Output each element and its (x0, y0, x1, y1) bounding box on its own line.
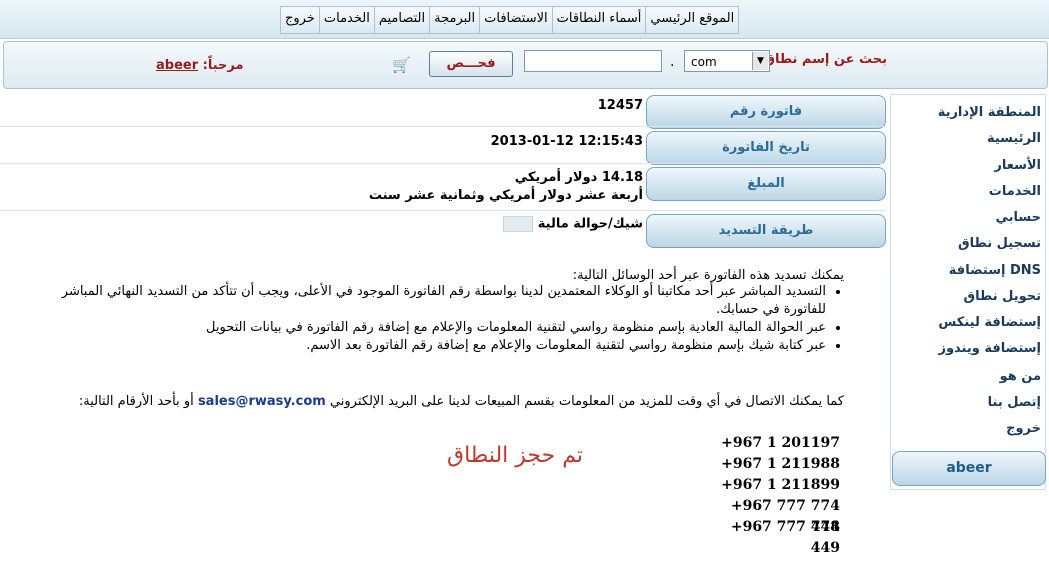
sidebar-item-whois[interactable]: من هو (1000, 369, 1041, 384)
phone-number: +967 1 211988 (721, 456, 840, 472)
domain-name-input[interactable] (524, 50, 662, 72)
nav-programming[interactable]: البرمجة (429, 7, 479, 33)
top-navigation: الموقع الرئيسي أسماء النطاقات الاستضافات… (0, 0, 1049, 39)
sidebar-item-dns-hosting[interactable]: إستضافة DNS (949, 263, 1041, 278)
invoice-number-label: فاتورة رقم (646, 95, 886, 129)
sidebar-item-prices[interactable]: الأسعار (994, 158, 1041, 173)
main-menu: الموقع الرئيسي أسماء النطاقات الاستضافات… (280, 6, 740, 34)
domain-reserved-message: تم حجز النطاق (447, 443, 583, 468)
sidebar-item-logout[interactable]: خروج (1006, 421, 1041, 436)
payment-method-image (503, 216, 534, 232)
domain-search-bar: بحث عن إسم نطاق com ▼ . فحـــص 🛒 مرحباً:… (3, 41, 1048, 89)
sidebar-item-my-account[interactable]: حسابي (995, 210, 1041, 225)
invoice-amount-value: 14.18 دولار أمريكي (514, 170, 643, 185)
nav-domains[interactable]: أسماء النطاقات (551, 7, 646, 33)
invoice-date-label: تاريخ الفاتورة (646, 131, 886, 165)
welcome-prefix: مرحباً: (202, 58, 244, 73)
contact-text: كما يمكنك الاتصال في أي وقت للمزيد من ال… (44, 394, 844, 409)
tld-select[interactable]: com ▼ (684, 50, 770, 72)
username-link[interactable]: abeer (156, 58, 198, 73)
invoice-method-label: طريقة التسديد (646, 214, 886, 248)
divider (0, 210, 885, 211)
divider (0, 126, 885, 127)
phone-number: +967 1 201197 (721, 435, 840, 451)
contact-before: كما يمكنك الاتصال في أي وقت للمزيد من ال… (329, 394, 844, 409)
dot-separator: . (670, 54, 675, 70)
nav-home[interactable]: الموقع الرئيسي (645, 7, 738, 33)
payment-methods-list: التسديد المباشر عبر أحد مكاتبنا أو الوكل… (44, 283, 844, 355)
nav-services[interactable]: الخدمات (318, 7, 374, 33)
sidebar-item-admin-area[interactable]: المنطقة الإدارية (938, 105, 1041, 120)
sales-email-link[interactable]: sales@rwasy.com (198, 394, 326, 409)
sidebar-item-linux-hosting[interactable]: إستضافة لينكس (938, 315, 1041, 330)
divider (0, 163, 885, 164)
sidebar-item-home[interactable]: الرئيسية (987, 131, 1041, 146)
search-label: بحث عن إسم نطاق (763, 52, 887, 67)
payment-info: يمكنك تسديد هذه الفاتورة عبر أحد الوسائل… (44, 268, 844, 355)
sidebar-user-button[interactable]: abeer (892, 451, 1046, 486)
list-item: عبر كتابة شيك بإسم منظومة رواسي لتقنية ا… (44, 337, 826, 355)
sidebar-item-register-domain[interactable]: تسجيل نطاق (958, 236, 1041, 251)
phone-number: +967 777 774 449 (730, 519, 840, 556)
invoice-method-value: شيك/حوالة مالية (537, 216, 643, 232)
invoice-date-value: 12:15:43 2013-01-12 (490, 134, 643, 149)
sidebar-item-services[interactable]: الخدمات (989, 184, 1041, 199)
sidebar-item-windows-hosting[interactable]: إستضافة ويندوز (938, 341, 1041, 356)
tld-selected-value: com (691, 55, 717, 69)
invoice-number-value: 12457 (597, 98, 643, 113)
welcome-text: مرحباً: abeer (156, 58, 244, 73)
sidebar: المنطقة الإدارية الرئيسية الأسعار الخدما… (890, 94, 1046, 490)
sidebar-item-contact[interactable]: إتصل بنا (988, 395, 1041, 410)
list-item: التسديد المباشر عبر أحد مكاتبنا أو الوكل… (44, 283, 826, 319)
contact-after: أو بأحد الأرقام التالية: (78, 394, 194, 409)
chevron-down-icon[interactable]: ▼ (752, 52, 768, 70)
invoice-amount-words: أربعة عشر دولار أمريكي وثمانية عشر سنت (368, 188, 643, 203)
phone-number: +967 1 211899 (721, 477, 840, 493)
invoice-amount-label: المبلغ (646, 167, 886, 201)
sidebar-item-transfer-domain[interactable]: تحويل نطاق (964, 289, 1041, 304)
payment-intro: يمكنك تسديد هذه الفاتورة عبر أحد الوسائل… (572, 268, 844, 283)
phone-list: +967 1 201197 +967 1 211988 +967 1 21189… (713, 433, 840, 556)
phone-number: +967 777 774 448 (730, 498, 840, 535)
check-button[interactable]: فحـــص (429, 51, 513, 77)
invoice-method-row: شيك/حوالة مالية (499, 216, 643, 232)
nav-hosting[interactable]: الاستضافات (479, 7, 552, 33)
nav-logout[interactable]: خروج (281, 7, 319, 33)
cart-icon[interactable]: 🛒 (392, 56, 414, 74)
nav-designs[interactable]: التصاميم (373, 7, 429, 33)
list-item: عبر الحوالة المالية العادية بإسم منظومة … (44, 319, 826, 337)
